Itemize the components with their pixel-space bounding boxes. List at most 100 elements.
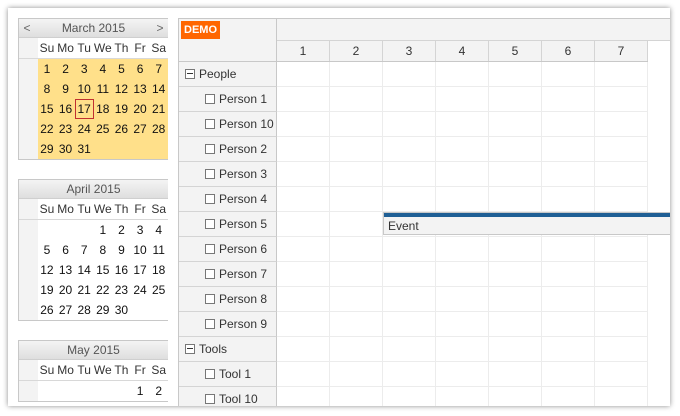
grid-cell[interactable] [436,362,489,386]
collapse-icon[interactable] [185,69,195,79]
grid-cell[interactable] [595,362,648,386]
grid-cell[interactable] [383,87,436,111]
checkbox-icon[interactable] [205,119,215,129]
day-cell[interactable]: 16 [112,260,131,280]
resource-header[interactable]: Person 5 [179,212,277,237]
grid-cell[interactable] [330,262,383,286]
checkbox-icon[interactable] [205,194,215,204]
day-cell[interactable]: 9 [112,240,131,260]
grid-cell[interactable] [595,162,648,186]
grid-cell[interactable] [489,112,542,136]
grid-cell[interactable] [277,287,330,311]
resource-header[interactable]: Tool 1 [179,362,277,387]
grid-cell[interactable] [383,137,436,161]
grid-cell[interactable] [595,187,648,211]
collapse-icon[interactable] [185,344,195,354]
grid-cell[interactable] [595,87,648,111]
day-cell[interactable]: 18 [149,260,168,280]
grid-cell[interactable] [436,187,489,211]
grid-cell[interactable] [436,312,489,336]
grid-cell[interactable] [436,237,489,261]
grid-cell[interactable] [383,237,436,261]
grid-cell[interactable] [436,112,489,136]
next-month-arrow[interactable]: > [152,19,168,37]
day-cell[interactable]: 28 [149,119,168,139]
day-cell[interactable]: 29 [94,300,113,320]
day-cell[interactable]: 2 [56,59,75,79]
grid-cell[interactable] [489,237,542,261]
grid-cell[interactable] [277,212,330,236]
grid-cell[interactable] [595,387,648,406]
day-cell[interactable]: 11 [149,240,168,260]
grid-cell[interactable] [595,312,648,336]
grid-cell[interactable] [489,287,542,311]
day-cell[interactable]: 12 [112,79,131,99]
day-cell[interactable]: 15 [94,260,113,280]
grid-cell[interactable] [489,187,542,211]
day-cell[interactable]: 1 [94,220,113,240]
grid-cell[interactable] [595,337,648,361]
day-cell[interactable]: 27 [130,119,150,139]
resource-header[interactable]: Person 7 [179,262,277,287]
grid-cell[interactable] [542,62,595,86]
day-cell[interactable]: 31 [74,139,94,159]
grid-cell[interactable] [330,387,383,406]
grid-cell[interactable] [542,187,595,211]
grid-cell[interactable] [277,262,330,286]
day-cell[interactable]: 21 [75,280,94,300]
grid-cell[interactable] [489,387,542,406]
day-cell[interactable]: 28 [75,300,94,320]
day-cell[interactable]: 4 [149,220,168,240]
day-cell[interactable]: 3 [74,59,94,79]
grid-cell[interactable] [330,187,383,211]
resource-header[interactable]: Person 4 [179,187,277,212]
grid-cell[interactable] [542,87,595,111]
grid-cell[interactable] [383,62,436,86]
grid-cell[interactable] [595,237,648,261]
grid-cell[interactable] [277,137,330,161]
grid-cell[interactable] [489,262,542,286]
grid-cell[interactable] [277,387,330,406]
grid-cell[interactable] [542,387,595,406]
grid-cell[interactable] [436,387,489,406]
checkbox-icon[interactable] [205,244,215,254]
day-cell[interactable]: 1 [131,381,150,401]
day-cell[interactable]: 25 [93,119,113,139]
day-cell[interactable]: 29 [37,139,57,159]
checkbox-icon[interactable] [205,294,215,304]
grid-cell[interactable] [277,87,330,111]
day-cell[interactable]: 20 [56,280,75,300]
day-cell[interactable]: 27 [56,300,75,320]
day-cell[interactable]: 30 [56,139,75,159]
grid-cell[interactable] [595,262,648,286]
day-cell[interactable]: 6 [130,59,150,79]
day-cell[interactable]: 15 [37,99,57,119]
grid-cell[interactable] [330,62,383,86]
grid-cell[interactable] [277,162,330,186]
grid-cell[interactable] [542,262,595,286]
grid-cell[interactable] [330,362,383,386]
grid-cell[interactable] [383,112,436,136]
group-header[interactable]: People [179,62,277,87]
resource-header[interactable]: Person 8 [179,287,277,312]
grid-cell[interactable] [489,362,542,386]
grid-cell[interactable] [595,137,648,161]
resource-header[interactable]: Tool 10 [179,387,277,406]
grid-cell[interactable] [542,112,595,136]
checkbox-icon[interactable] [205,269,215,279]
day-cell[interactable]: 23 [112,280,131,300]
grid-cell[interactable] [489,162,542,186]
grid-cell[interactable] [542,337,595,361]
grid-cell[interactable] [277,62,330,86]
day-cell[interactable]: 10 [131,240,150,260]
checkbox-icon[interactable] [205,169,215,179]
day-cell[interactable]: 5 [112,59,131,79]
grid-cell[interactable] [383,162,436,186]
grid-cell[interactable] [489,87,542,111]
grid-cell[interactable] [436,137,489,161]
grid-cell[interactable] [542,162,595,186]
day-cell[interactable]: 24 [74,119,94,139]
grid-cell[interactable] [330,162,383,186]
day-cell[interactable]: 19 [112,99,131,119]
grid-cell[interactable] [330,112,383,136]
